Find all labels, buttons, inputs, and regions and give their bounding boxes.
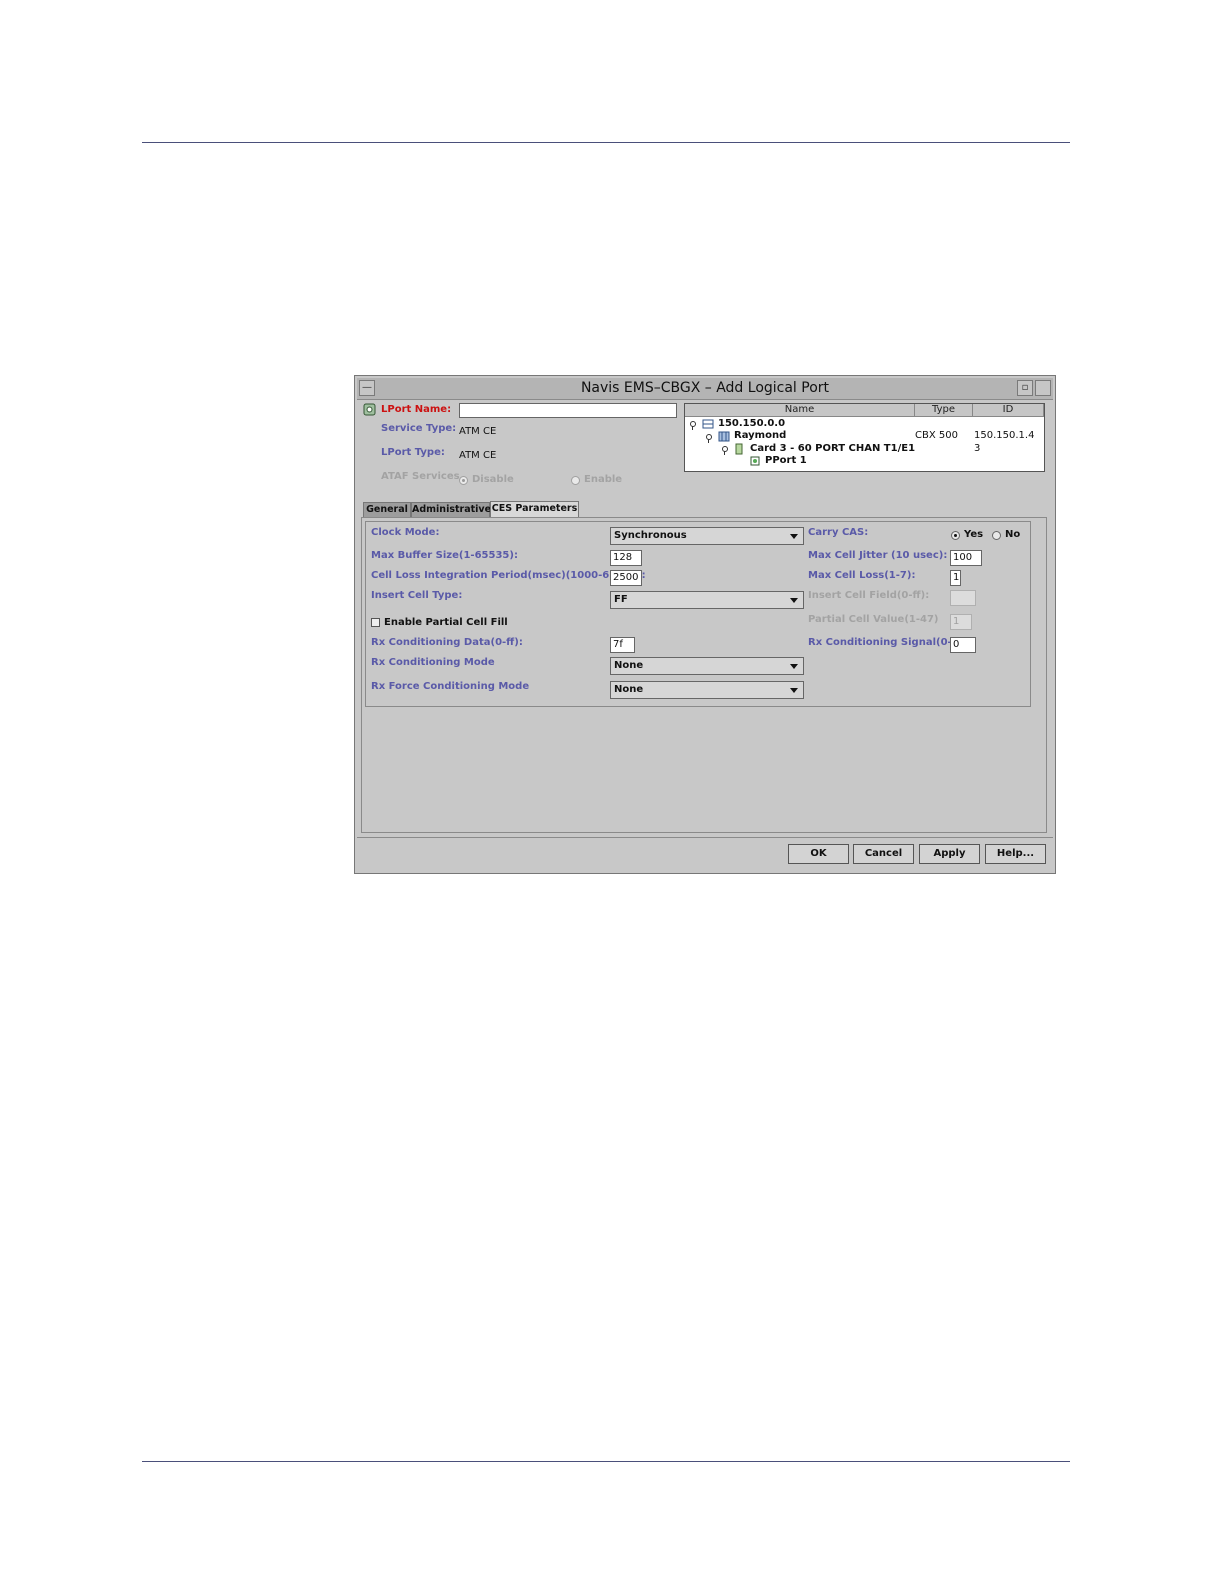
column-header-id[interactable]: ID xyxy=(973,404,1044,417)
max-cell-jitter-label: Max Cell Jitter (10 usec): xyxy=(808,550,948,561)
carry-cas-no-label: No xyxy=(1005,529,1021,540)
ataf-enable-label: Enable xyxy=(584,474,623,485)
insert-cell-type-value: FF xyxy=(614,594,628,605)
port-icon xyxy=(750,456,760,466)
tree-node-card[interactable]: Card 3 - 60 PORT CHAN T1/E1 xyxy=(750,443,915,454)
top-rule xyxy=(142,142,1070,143)
chevron-down-icon xyxy=(790,688,798,693)
switch-icon xyxy=(718,431,730,442)
rx-conditioning-mode-select[interactable]: None xyxy=(610,657,804,675)
tab-general[interactable]: General xyxy=(363,502,411,517)
rx-conditioning-signal-input[interactable]: 0 xyxy=(950,637,976,653)
carry-cas-label: Carry CAS: xyxy=(808,527,869,538)
ataf-enable-radio[interactable] xyxy=(571,476,580,485)
max-buffer-size-input[interactable]: 128 xyxy=(610,550,642,566)
rx-force-conditioning-mode-select[interactable]: None xyxy=(610,681,804,699)
lport-icon xyxy=(363,403,376,416)
insert-cell-type-select[interactable]: FF xyxy=(610,591,804,609)
partial-cell-value-label: Partial Cell Value(1-47) xyxy=(808,614,939,625)
cell-loss-period-label: Cell Loss Integration Period(msec)(1000-… xyxy=(371,570,646,581)
max-cell-loss-input[interactable]: 1 xyxy=(950,570,961,586)
expand-key-icon[interactable] xyxy=(722,446,728,455)
tree-node-switch-id: 150.150.1.4 xyxy=(974,430,1035,441)
help-button[interactable]: Help... xyxy=(985,844,1046,864)
carry-cas-no-radio[interactable] xyxy=(992,531,1001,540)
title-bar: — Navis EMS–CBGX – Add Logical Port ▫ xyxy=(357,378,1053,400)
chevron-down-icon xyxy=(790,534,798,539)
ataf-services-label: ATAF Services xyxy=(381,471,460,482)
rx-conditioning-data-input[interactable]: 7f xyxy=(610,637,635,653)
expand-key-icon[interactable] xyxy=(706,434,712,443)
tab-administrative[interactable]: Administrative xyxy=(411,502,491,517)
bottom-rule xyxy=(142,1461,1070,1462)
service-type-value: ATM CE xyxy=(459,426,497,437)
rx-conditioning-signal-label: Rx Conditioning Signal(0-f): xyxy=(808,637,965,648)
lport-name-input[interactable] xyxy=(459,403,677,418)
lport-type-value: ATM CE xyxy=(459,450,497,461)
clock-mode-value: Synchronous xyxy=(614,530,687,541)
carry-cas-yes-label: Yes xyxy=(964,529,984,540)
cell-loss-period-input[interactable]: 2500 xyxy=(610,570,642,586)
maximize-button[interactable] xyxy=(1035,380,1051,396)
tab-ces-parameters[interactable]: CES Parameters xyxy=(490,501,579,517)
expand-key-icon[interactable] xyxy=(690,421,696,430)
rx-force-conditioning-mode-label: Rx Force Conditioning Mode xyxy=(371,681,530,692)
tree-node-card-id: 3 xyxy=(974,443,981,454)
rx-conditioning-data-label: Rx Conditioning Data(0-ff): xyxy=(371,637,523,648)
rx-conditioning-mode-label: Rx Conditioning Mode xyxy=(371,657,495,668)
tree-node-switch[interactable]: Raymond xyxy=(734,430,786,441)
max-buffer-size-label: Max Buffer Size(1-65535): xyxy=(371,550,518,561)
lport-name-label: LPort Name: xyxy=(381,404,452,415)
clock-mode-label: Clock Mode: xyxy=(371,527,440,538)
chevron-down-icon xyxy=(790,664,798,669)
footer-separator xyxy=(357,837,1053,838)
partial-cell-fill-checkbox[interactable] xyxy=(371,618,380,627)
column-header-type[interactable]: Type xyxy=(915,404,973,417)
cancel-button[interactable]: Cancel xyxy=(853,844,914,864)
tree-node-port[interactable]: PPort 1 xyxy=(765,455,807,466)
rx-conditioning-mode-value: None xyxy=(614,660,644,671)
window-title: Navis EMS–CBGX – Add Logical Port xyxy=(580,380,830,396)
ataf-disable-label: Disable xyxy=(472,474,514,485)
ataf-disable-radio[interactable] xyxy=(459,476,468,485)
clock-mode-select[interactable]: Synchronous xyxy=(610,527,804,545)
insert-cell-field-label: Insert Cell Field(0-ff): xyxy=(808,590,930,601)
partial-cell-value-input[interactable]: 1 xyxy=(950,614,972,630)
column-header-name[interactable]: Name xyxy=(685,404,915,417)
apply-button[interactable]: Apply xyxy=(919,844,980,864)
chevron-down-icon xyxy=(790,598,798,603)
max-cell-jitter-input[interactable]: 100 xyxy=(950,550,982,566)
tree-node-network[interactable]: 150.150.0.0 xyxy=(718,418,785,429)
tree-node-switch-type: CBX 500 xyxy=(915,430,958,441)
rx-force-conditioning-mode-value: None xyxy=(614,684,644,695)
lport-type-label: LPort Type: xyxy=(381,447,445,458)
partial-cell-fill-label: Enable Partial Cell Fill xyxy=(384,617,508,628)
card-icon xyxy=(735,443,743,455)
insert-cell-type-label: Insert Cell Type: xyxy=(371,590,463,601)
minimize-button[interactable]: ▫ xyxy=(1017,380,1033,396)
node-tree-table[interactable]: Name Type ID 150.150.0.0 Raymond CBX 500… xyxy=(684,403,1045,472)
carry-cas-yes-radio[interactable] xyxy=(951,531,960,540)
insert-cell-field-input[interactable] xyxy=(950,590,976,606)
service-type-label: Service Type: xyxy=(381,423,457,434)
network-icon xyxy=(702,419,714,429)
ok-button[interactable]: OK xyxy=(788,844,849,864)
max-cell-loss-label: Max Cell Loss(1-7): xyxy=(808,570,916,581)
